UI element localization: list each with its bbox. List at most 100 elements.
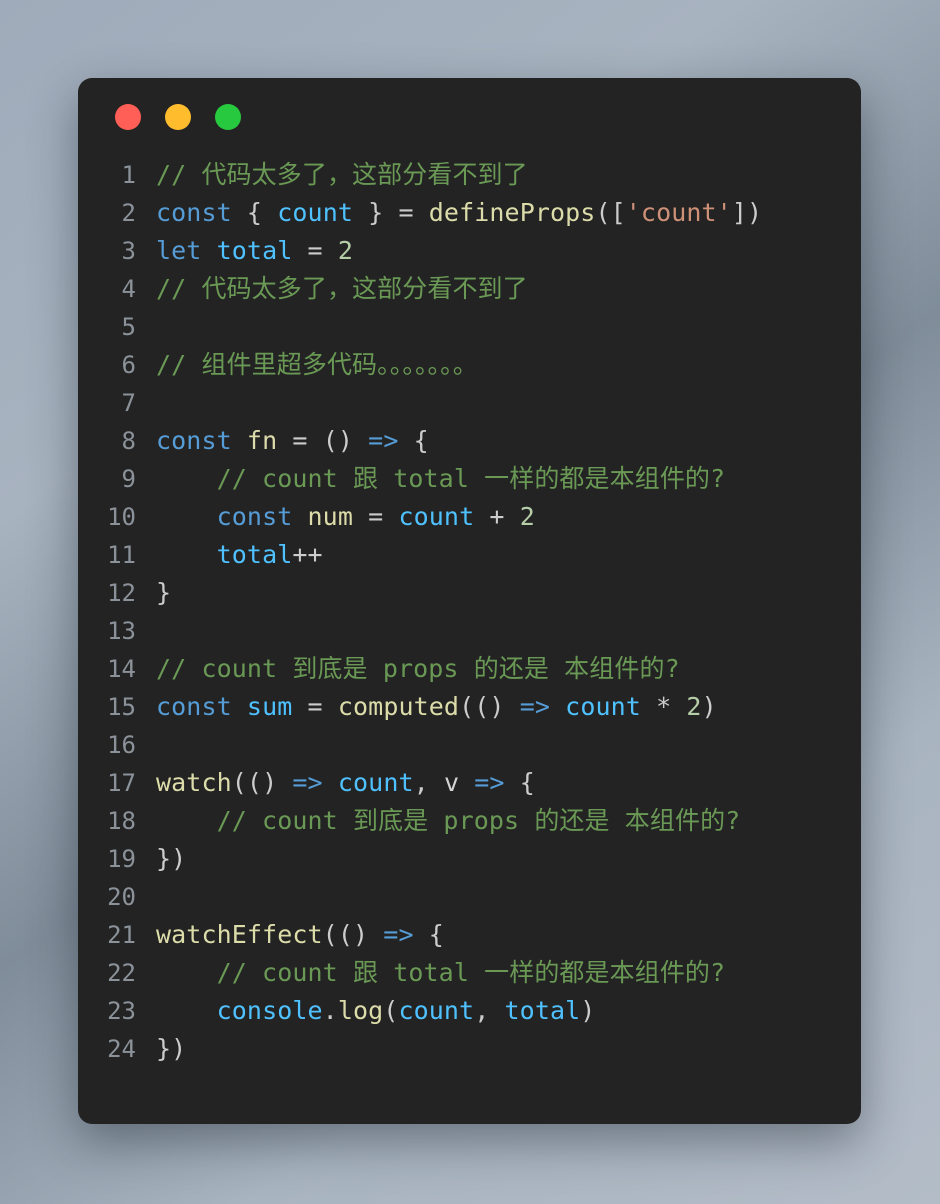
line-number: 16 bbox=[107, 731, 136, 759]
code-line: 4 // 代码太多了，这部分看不到了 bbox=[78, 270, 861, 308]
window-titlebar bbox=[78, 78, 861, 156]
line-number: 10 bbox=[107, 503, 136, 531]
code-line: 3 let total = 2 bbox=[78, 232, 861, 270]
code-token-comment: // count 跟 total 一样的都是本组件的? bbox=[156, 958, 726, 987]
code-line-content: watchEffect(() => { bbox=[156, 916, 444, 954]
minimize-icon[interactable] bbox=[165, 104, 191, 130]
code-line-content: console.log(count, total) bbox=[156, 992, 596, 1030]
code-token-keyword: const bbox=[216, 502, 293, 531]
code-token-keyword: const bbox=[156, 692, 232, 721]
code-line: 11 total++ bbox=[78, 536, 861, 574]
code-token-punc: , bbox=[413, 768, 429, 797]
code-token-punc: = bbox=[307, 236, 323, 265]
code-line-content: // 代码太多了，这部分看不到了 bbox=[156, 156, 528, 194]
code-line: 19}) bbox=[78, 840, 861, 878]
code-token-punc: = bbox=[368, 502, 384, 531]
code-token-comment: // count 跟 total 一样的都是本组件的? bbox=[156, 464, 726, 493]
code-token-punc: () bbox=[322, 426, 354, 455]
code-token-string: 'count' bbox=[625, 198, 732, 227]
code-line: 18 // count 到底是 props 的还是 本组件的? bbox=[78, 802, 861, 840]
code-token-punc: ) bbox=[580, 996, 596, 1025]
line-number: 15 bbox=[107, 693, 136, 721]
code-line-content: const sum = computed(() => count * 2) bbox=[156, 688, 717, 726]
code-line-content: // count 到底是 props 的还是 本组件的? bbox=[156, 650, 680, 688]
code-line: 20 bbox=[78, 878, 861, 916]
code-token-var: count bbox=[398, 502, 475, 531]
code-line: 12} bbox=[78, 574, 861, 612]
code-token-func: watchEffect bbox=[156, 920, 323, 949]
code-line: 21 watchEffect(() => { bbox=[78, 916, 861, 954]
code-line-content: // count 跟 total 一样的都是本组件的? bbox=[156, 460, 725, 498]
code-token-var: total bbox=[216, 540, 293, 569]
code-line: 14 // count 到底是 props 的还是 本组件的? bbox=[78, 650, 861, 688]
code-line: 1 // 代码太多了，这部分看不到了 bbox=[78, 156, 861, 194]
code-token-var: sum bbox=[246, 692, 293, 721]
line-number: 23 bbox=[107, 997, 136, 1025]
code-token-punc: ]) bbox=[731, 198, 763, 227]
line-number: 11 bbox=[107, 541, 136, 569]
code-line-content: // count 跟 total 一样的都是本组件的? bbox=[156, 954, 725, 992]
code-token-arrow: => bbox=[368, 426, 399, 455]
code-token-plain: v bbox=[443, 768, 460, 797]
close-icon[interactable] bbox=[115, 104, 141, 130]
code-line: 8 const fn = () => { bbox=[78, 422, 861, 460]
code-line-content: watch(() => count, v => { bbox=[156, 764, 535, 802]
code-token-punc: ++ bbox=[292, 540, 323, 569]
code-token-number: 2 bbox=[337, 236, 354, 265]
code-token-punc: , bbox=[474, 996, 490, 1025]
line-number: 3 bbox=[121, 237, 136, 265]
code-token-comment: // 代码太多了，这部分看不到了 bbox=[156, 274, 528, 303]
code-token-var: count bbox=[337, 768, 414, 797]
maximize-icon[interactable] bbox=[215, 104, 241, 130]
line-number: 13 bbox=[107, 617, 136, 645]
code-token-keyword: const bbox=[156, 426, 232, 455]
code-token-keyword: let bbox=[156, 236, 202, 265]
code-line: 15 const sum = computed(() => count * 2) bbox=[78, 688, 861, 726]
code-token-punc: } bbox=[368, 198, 384, 227]
code-token-arrow: => bbox=[519, 692, 551, 721]
code-line: 5 bbox=[78, 308, 861, 346]
code-token-punc: ) bbox=[701, 692, 717, 721]
code-token-punc: ([ bbox=[595, 198, 626, 227]
line-number: 1 bbox=[121, 161, 136, 189]
line-number: 8 bbox=[121, 427, 136, 455]
code-editor[interactable]: 1 // 代码太多了，这部分看不到了 2 const { count } = defi… bbox=[78, 156, 861, 1068]
line-number: 7 bbox=[121, 389, 136, 417]
code-line: 13 bbox=[78, 612, 861, 650]
code-line-content: }) bbox=[156, 840, 186, 878]
code-line-content: // 代码太多了，这部分看不到了 bbox=[156, 270, 528, 308]
code-line: 17 watch(() => count, v => { bbox=[78, 764, 861, 802]
code-line: 23 console.log(count, total) bbox=[78, 992, 861, 1030]
code-token-arrow: => bbox=[292, 768, 323, 797]
code-line: 2 const { count } = defineProps(['count']… bbox=[78, 194, 861, 232]
code-token-func: fn bbox=[246, 426, 278, 455]
code-line: 24}) bbox=[78, 1030, 861, 1068]
code-token-punc: ( bbox=[383, 996, 399, 1025]
code-line: 10 const num = count + 2 bbox=[78, 498, 861, 536]
line-number: 5 bbox=[121, 313, 136, 341]
code-line-content: }) bbox=[156, 1030, 186, 1068]
line-number: 20 bbox=[107, 883, 136, 911]
line-number: 17 bbox=[107, 769, 136, 797]
code-token-number: 2 bbox=[519, 502, 535, 531]
code-line: 16 bbox=[78, 726, 861, 764]
